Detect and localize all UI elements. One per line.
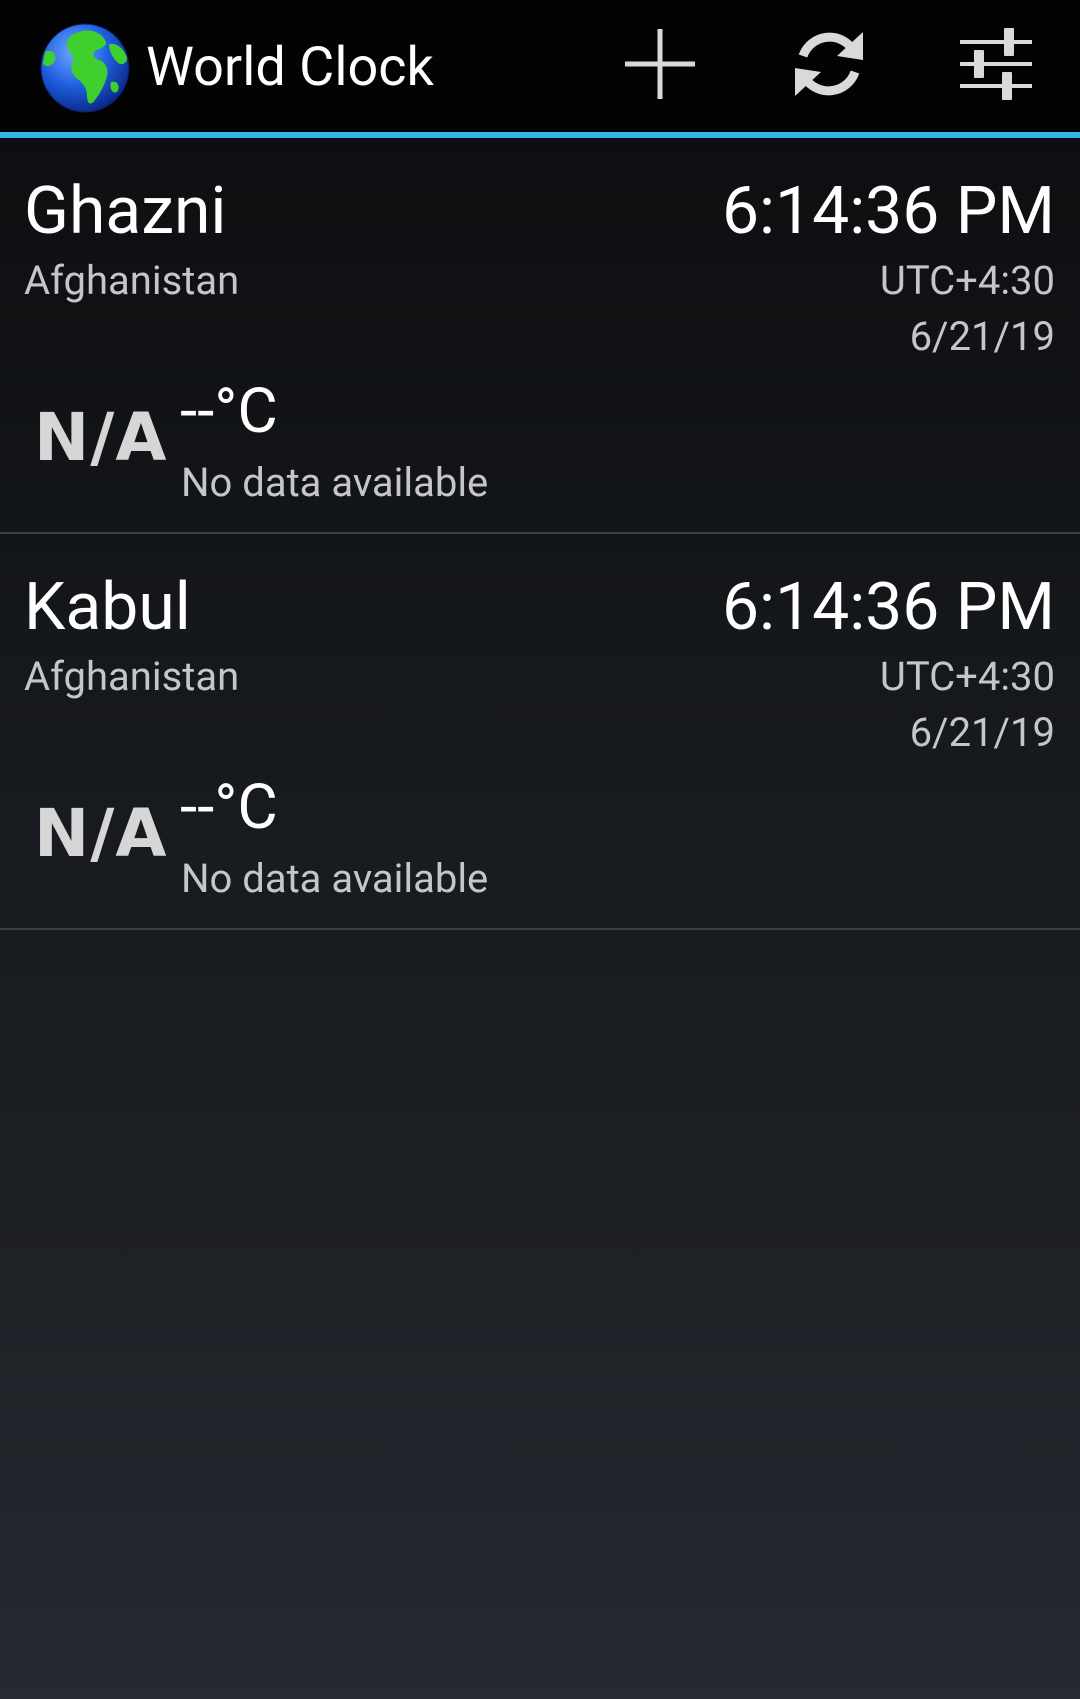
clock-date: 6/21/19 [909, 313, 1055, 360]
clock-date: 6/21/19 [909, 709, 1055, 756]
country-name: Afghanistan [24, 257, 240, 304]
utc-offset: UTC+4:30 [879, 653, 1055, 700]
refresh-icon [793, 26, 865, 106]
clock-list: Ghazni Afghanistan 6:14:36 PM UTC+4:30 6… [0, 138, 1080, 930]
sliders-icon [958, 26, 1034, 106]
weather-description: No data available [181, 855, 489, 902]
globe-icon[interactable] [39, 22, 131, 114]
settings-button[interactable] [921, 0, 1071, 132]
refresh-button[interactable] [754, 0, 904, 132]
list-item[interactable]: Ghazni Afghanistan 6:14:36 PM UTC+4:30 6… [0, 138, 1080, 534]
clock-time: 6:14:36 PM [721, 569, 1055, 646]
add-clock-button[interactable] [585, 0, 735, 132]
list-item[interactable]: Kabul Afghanistan 6:14:36 PM UTC+4:30 6/… [0, 534, 1080, 930]
country-name: Afghanistan [24, 653, 240, 700]
weather-na-icon: N/A [34, 795, 168, 872]
plus-icon [623, 27, 697, 105]
weather-temperature: --°C [180, 771, 278, 844]
weather-description: No data available [181, 459, 489, 506]
app-title: World Clock [146, 36, 434, 99]
city-name: Ghazni [24, 173, 227, 250]
action-bar: World Clock [0, 0, 1080, 132]
city-name: Kabul [24, 569, 191, 646]
weather-na-icon: N/A [34, 399, 168, 476]
clock-time: 6:14:36 PM [721, 173, 1055, 250]
utc-offset: UTC+4:30 [879, 257, 1055, 304]
weather-temperature: --°C [180, 375, 278, 448]
